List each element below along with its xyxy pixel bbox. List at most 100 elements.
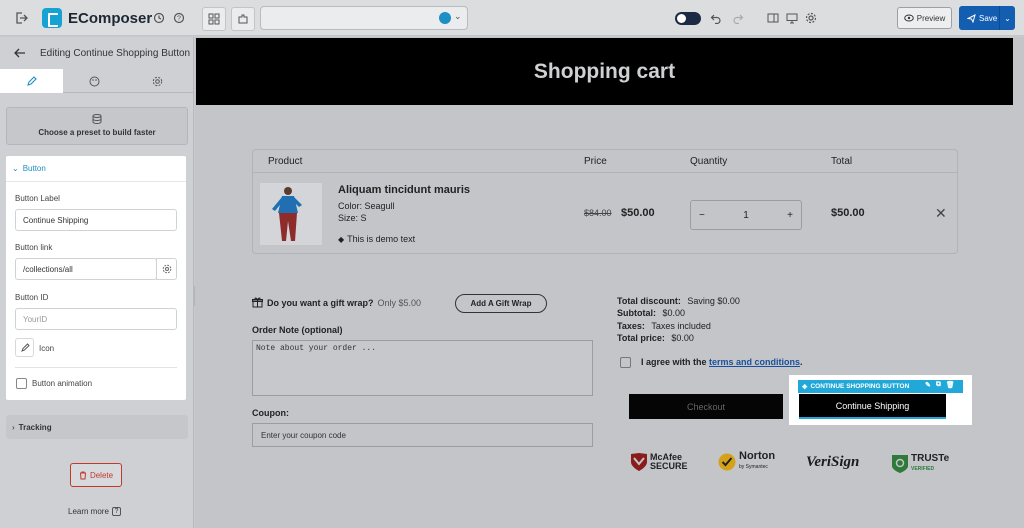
link-settings-icon[interactable] bbox=[156, 258, 177, 280]
gift-wrap-price: Only $5.00 bbox=[377, 297, 422, 308]
plus-icon[interactable]: + bbox=[787, 210, 793, 221]
button-link-title: Button link bbox=[15, 243, 53, 252]
verisign-text: VeriSign bbox=[806, 454, 860, 470]
icon-label: Icon bbox=[39, 344, 55, 353]
pencil-icon bbox=[27, 75, 37, 86]
extension-icon[interactable] bbox=[231, 7, 255, 31]
button-section-title: Button bbox=[22, 164, 46, 173]
divider bbox=[15, 367, 177, 368]
terms-link[interactable]: terms and conditions bbox=[709, 357, 800, 367]
back-arrow-icon[interactable] bbox=[0, 48, 40, 58]
quantity-stepper[interactable]: − 1 + bbox=[690, 200, 802, 230]
learn-more-link[interactable]: Learn more ? bbox=[68, 507, 121, 516]
toggle-switch[interactable] bbox=[675, 12, 701, 25]
remove-item-close-icon[interactable]: ✕ bbox=[935, 205, 947, 222]
button-id-input[interactable]: YourID bbox=[15, 308, 177, 330]
discount-label: Total discount: bbox=[617, 296, 681, 306]
checkout-button[interactable]: Checkout bbox=[629, 394, 783, 419]
delete-button[interactable]: Delete bbox=[70, 463, 122, 487]
database-icon bbox=[91, 113, 103, 125]
help-icon: ? bbox=[111, 507, 121, 516]
save-options-chevron-icon[interactable]: ⌄ bbox=[999, 6, 1015, 30]
tab-content[interactable] bbox=[0, 69, 63, 93]
gear-icon bbox=[152, 76, 163, 86]
mcafee-badge: McAfee SECURE bbox=[630, 452, 688, 472]
send-icon bbox=[967, 13, 976, 23]
brand-name: EComposer bbox=[68, 9, 153, 27]
agree-terms-text: I agree with the terms and conditions. bbox=[641, 357, 803, 367]
truste-shield-icon bbox=[892, 455, 908, 473]
order-summary: Total discount: Saving $0.00 Subtotal: $… bbox=[617, 295, 740, 344]
undo-icon[interactable] bbox=[705, 7, 727, 29]
tracking-section[interactable]: › Tracking bbox=[6, 415, 188, 439]
button-label-input[interactable]: Continue Shipping bbox=[15, 209, 177, 231]
duplicate-icon[interactable]: ⧉ bbox=[936, 381, 941, 389]
ecomposer-logo-icon bbox=[42, 8, 62, 28]
product-note-text: This is demo text bbox=[347, 234, 416, 244]
old-price: $84.00 bbox=[584, 208, 612, 218]
subtotal-label: Subtotal: bbox=[617, 308, 656, 319]
svg-text:?: ? bbox=[177, 16, 181, 23]
preset-chooser[interactable]: Choose a preset to build faster bbox=[6, 107, 188, 145]
layout-grid-icon[interactable] bbox=[202, 7, 226, 31]
history-icon[interactable] bbox=[148, 7, 170, 29]
preview-button[interactable]: Preview bbox=[897, 7, 952, 29]
chevron-down-icon: ⌄ bbox=[454, 11, 462, 21]
selected-element-label: CONTINUE SHOPPING BUTTON bbox=[810, 383, 910, 390]
order-note-textarea[interactable]: Note about your order ... bbox=[252, 340, 593, 396]
norton-badge: Norton by Symantec bbox=[717, 450, 776, 472]
product-name[interactable]: Aliquam tincidunt mauris bbox=[338, 184, 470, 196]
button-settings-panel: ⌄ Button Button Label Continue Shipping … bbox=[6, 156, 186, 400]
order-note-label: Order Note (optional) bbox=[252, 325, 343, 335]
tab-advanced[interactable] bbox=[126, 69, 189, 93]
mcafee-secure-text: SECURE bbox=[650, 461, 688, 471]
page-selector[interactable]: ⌄ bbox=[260, 6, 468, 30]
help-icon[interactable]: ? bbox=[168, 7, 190, 29]
eye-icon bbox=[903, 14, 914, 22]
truste-sub-text: VERIFIED bbox=[911, 466, 935, 472]
trash-icon[interactable]: 🗑 bbox=[946, 381, 955, 389]
add-gift-wrap-button[interactable]: Add A Gift Wrap bbox=[455, 294, 547, 313]
exit-icon[interactable] bbox=[10, 7, 32, 29]
gift-wrap-text: Do you want a gift wrap? bbox=[267, 297, 374, 308]
button-link-input[interactable]: /collections/all bbox=[15, 258, 157, 280]
selected-element-toolbar[interactable]: ✥ CONTINUE SHOPPING BUTTON ✎ ⧉ 🗑 bbox=[798, 380, 963, 393]
settings-gear-icon[interactable] bbox=[800, 7, 822, 29]
norton-check-icon bbox=[718, 453, 736, 471]
move-icon[interactable]: ✥ bbox=[802, 383, 807, 391]
total-price-label: Total price: bbox=[617, 332, 665, 343]
coupon-input[interactable]: Enter your coupon code bbox=[252, 423, 593, 447]
palette-icon bbox=[89, 76, 100, 86]
tab-design[interactable] bbox=[63, 69, 126, 93]
settings-sidebar: Editing Continue Shopping Button Choose … bbox=[0, 37, 194, 528]
sidebar-title: Editing Continue Shopping Button bbox=[40, 47, 191, 59]
header-price: Price bbox=[584, 156, 607, 167]
cart-table: Product Price Quantity Total Aliquam tin… bbox=[252, 149, 958, 254]
sidebar-tabs bbox=[0, 69, 194, 93]
preview-label: Preview bbox=[916, 13, 946, 23]
continue-shopping-button[interactable]: Continue Shipping bbox=[799, 394, 946, 419]
truste-badge: TRUSTe VERIFIED bbox=[891, 454, 949, 474]
gift-icon bbox=[252, 297, 263, 308]
redo-icon[interactable] bbox=[727, 7, 749, 29]
header-divider bbox=[253, 172, 957, 173]
norton-text: Norton bbox=[739, 450, 776, 462]
edit-pencil-icon[interactable]: ✎ bbox=[925, 381, 931, 389]
header-quantity: Quantity bbox=[690, 156, 728, 167]
taxes-value: Taxes included bbox=[651, 320, 711, 331]
icon-picker-pencil-icon[interactable] bbox=[15, 338, 34, 357]
quantity-value[interactable]: 1 bbox=[743, 210, 749, 221]
coupon-label: Coupon: bbox=[252, 408, 289, 418]
product-image[interactable] bbox=[260, 183, 322, 245]
button-animation-checkbox[interactable] bbox=[16, 378, 27, 389]
save-button[interactable]: Save ⌄ bbox=[959, 6, 1015, 30]
button-section-header[interactable]: ⌄ Button bbox=[6, 156, 186, 182]
minus-icon[interactable]: − bbox=[699, 210, 705, 221]
agree-terms-checkbox[interactable] bbox=[620, 357, 631, 368]
taxes-label: Taxes: bbox=[617, 320, 645, 331]
delete-label: Delete bbox=[89, 470, 114, 480]
trash-icon bbox=[79, 471, 86, 479]
product-size: Size: S bbox=[338, 213, 367, 223]
chevron-right-icon: › bbox=[12, 422, 15, 432]
brand: EComposer bbox=[42, 8, 152, 28]
